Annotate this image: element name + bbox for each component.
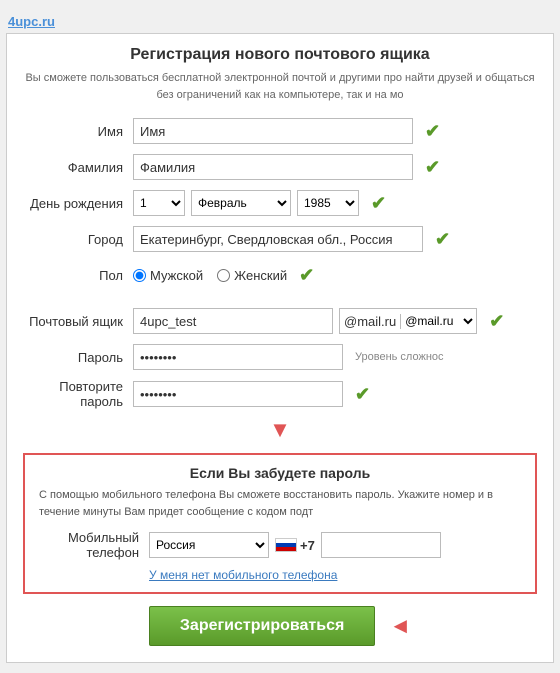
email-domain-select[interactable]: @mail.ru @inbox.ru @list.ru @bk.ru <box>401 309 476 333</box>
city-input[interactable] <box>133 226 423 252</box>
birthday-month-select[interactable]: Февраль <box>191 190 291 216</box>
repeat-password-label: Повторите пароль <box>23 379 133 409</box>
logo[interactable]: 4upc.ru <box>0 10 560 33</box>
arrow-down-icon: ▼ <box>23 417 537 443</box>
surname-label: Фамилия <box>23 160 133 175</box>
gender-female-option[interactable]: Женский <box>217 268 287 283</box>
birthday-label: День рождения <box>23 196 133 211</box>
recovery-description: С помощью мобильного телефона Вы сможете… <box>39 487 521 520</box>
password-label: Пароль <box>23 350 133 365</box>
email-input[interactable] <box>133 308 333 334</box>
gender-male-label: Мужской <box>150 268 203 283</box>
russia-flag-icon <box>275 538 297 552</box>
recovery-section: Если Вы забудете пароль С помощью мобиль… <box>23 453 537 594</box>
password-strength-hint: Уровень сложнос <box>355 351 444 363</box>
phone-label: Мобильный телефон <box>39 530 149 560</box>
surname-checkmark: ✔ <box>425 157 440 178</box>
phone-code: +7 <box>300 538 315 553</box>
email-checkmark: ✔ <box>489 311 504 332</box>
surname-input[interactable] <box>133 154 413 180</box>
form-subtitle: Вы сможете пользоваться бесплатной элект… <box>23 70 537 103</box>
no-phone-link[interactable]: У меня нет мобильного телефона <box>149 568 521 582</box>
name-input[interactable] <box>133 118 413 144</box>
submit-button[interactable]: Зарегистрироваться <box>149 606 375 646</box>
gender-checkmark: ✔ <box>299 265 314 286</box>
recovery-title: Если Вы забудете пароль <box>39 465 521 481</box>
birthday-checkmark: ✔ <box>371 193 386 214</box>
email-domain-selector[interactable]: @mail.ru @mail.ru @inbox.ru @list.ru @bk… <box>339 308 477 334</box>
password-input[interactable] <box>133 344 343 370</box>
gender-male-option[interactable]: Мужской <box>133 268 203 283</box>
city-label: Город <box>23 232 133 247</box>
repeat-password-checkmark: ✔ <box>355 384 370 405</box>
email-label: Почтовый ящик <box>23 314 133 329</box>
gender-label: Пол <box>23 268 133 283</box>
birthday-year-select[interactable]: 1985 <box>297 190 359 216</box>
gender-female-label: Женский <box>234 268 287 283</box>
arrow-right-icon: ◄ <box>389 613 411 639</box>
phone-input[interactable] <box>321 532 441 558</box>
gender-male-radio[interactable] <box>133 269 146 282</box>
form-title: Регистрация нового почтового ящика <box>23 46 537 64</box>
repeat-password-input[interactable] <box>133 381 343 407</box>
city-checkmark: ✔ <box>435 229 450 250</box>
flag-box: +7 <box>275 538 315 553</box>
name-label: Имя <box>23 124 133 139</box>
country-select[interactable]: Россия <box>149 532 269 558</box>
email-domain-text: @mail.ru <box>340 314 401 329</box>
birthday-day-select[interactable]: 123 <box>133 190 185 216</box>
name-checkmark: ✔ <box>425 121 440 142</box>
gender-female-radio[interactable] <box>217 269 230 282</box>
